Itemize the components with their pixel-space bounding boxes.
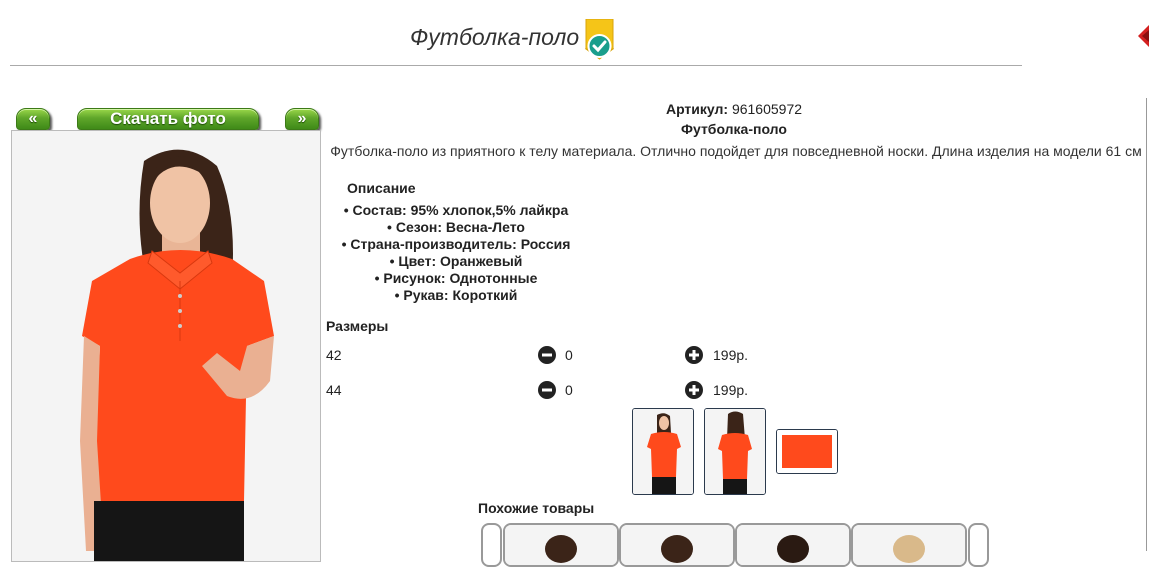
similar-product-image [505,525,617,565]
similar-product-image [853,525,965,565]
similar-product-card[interactable] [619,523,735,567]
similar-products-heading: Похожие товары [478,500,595,516]
thumbnail-color-swatch[interactable] [776,429,838,474]
size-value: 44 [326,382,342,398]
similar-prev-button[interactable] [481,523,502,567]
price-value: 199р. [713,347,749,363]
close-icon[interactable] [1134,22,1149,52]
article-line: Артикул: 961605972 [326,101,1142,117]
plus-circle-icon[interactable] [685,381,703,399]
price-value: 199р. [713,382,749,398]
plus-circle-icon[interactable] [685,346,703,364]
similar-product-card[interactable] [735,523,851,567]
details-heading: Описание [347,180,416,196]
thumbnail-front[interactable] [632,408,694,495]
similar-next-button[interactable] [968,523,989,567]
prev-photo-button[interactable]: « [16,108,50,130]
feature-item: Сезон: Весна-Лето [326,219,586,236]
model-wearing-polo-image [12,131,320,561]
feature-item: Цвет: Оранжевый [326,253,586,270]
thumbnail-back[interactable] [704,408,766,495]
size-row: 42 0 199р. [326,345,826,365]
feature-item: Рисунок: Однотонные [326,270,586,287]
sizes-heading: Размеры [326,318,389,334]
similar-product-image [621,525,733,565]
download-photo-button[interactable]: Скачать фото [77,108,259,130]
feature-item: Страна-производитель: Россия [326,236,586,253]
similar-product-image [737,525,849,565]
minus-circle-icon[interactable] [538,381,556,399]
features-list: Состав: 95% хлопок,5% лайкра Сезон: Весн… [326,202,586,304]
verified-badge-icon [585,19,614,60]
similar-product-card[interactable] [503,523,619,567]
next-photo-button[interactable]: » [285,108,319,130]
size-value: 42 [326,347,342,363]
feature-item: Рукав: Короткий [326,287,586,304]
product-description: Футболка-поло из приятного к телу матери… [330,143,1142,159]
quantity-value: 0 [565,382,573,398]
header-divider [10,65,1022,66]
feature-item: Состав: 95% хлопок,5% лайкра [326,202,586,219]
minus-circle-icon[interactable] [538,346,556,364]
size-row: 44 0 199р. [326,380,826,400]
main-product-photo[interactable] [11,130,321,562]
similar-product-card[interactable] [851,523,967,567]
product-name: Футболка-поло [681,121,787,137]
article-value: 961605972 [731,101,803,117]
article-label: Артикул: [665,101,729,117]
scroll-edge [1146,98,1147,551]
thumbnail-front-image [633,409,693,494]
quantity-value: 0 [565,347,573,363]
thumbnail-back-image [705,409,765,494]
color-swatch-image [777,430,837,473]
page-title: Футболка-поло [410,24,580,50]
